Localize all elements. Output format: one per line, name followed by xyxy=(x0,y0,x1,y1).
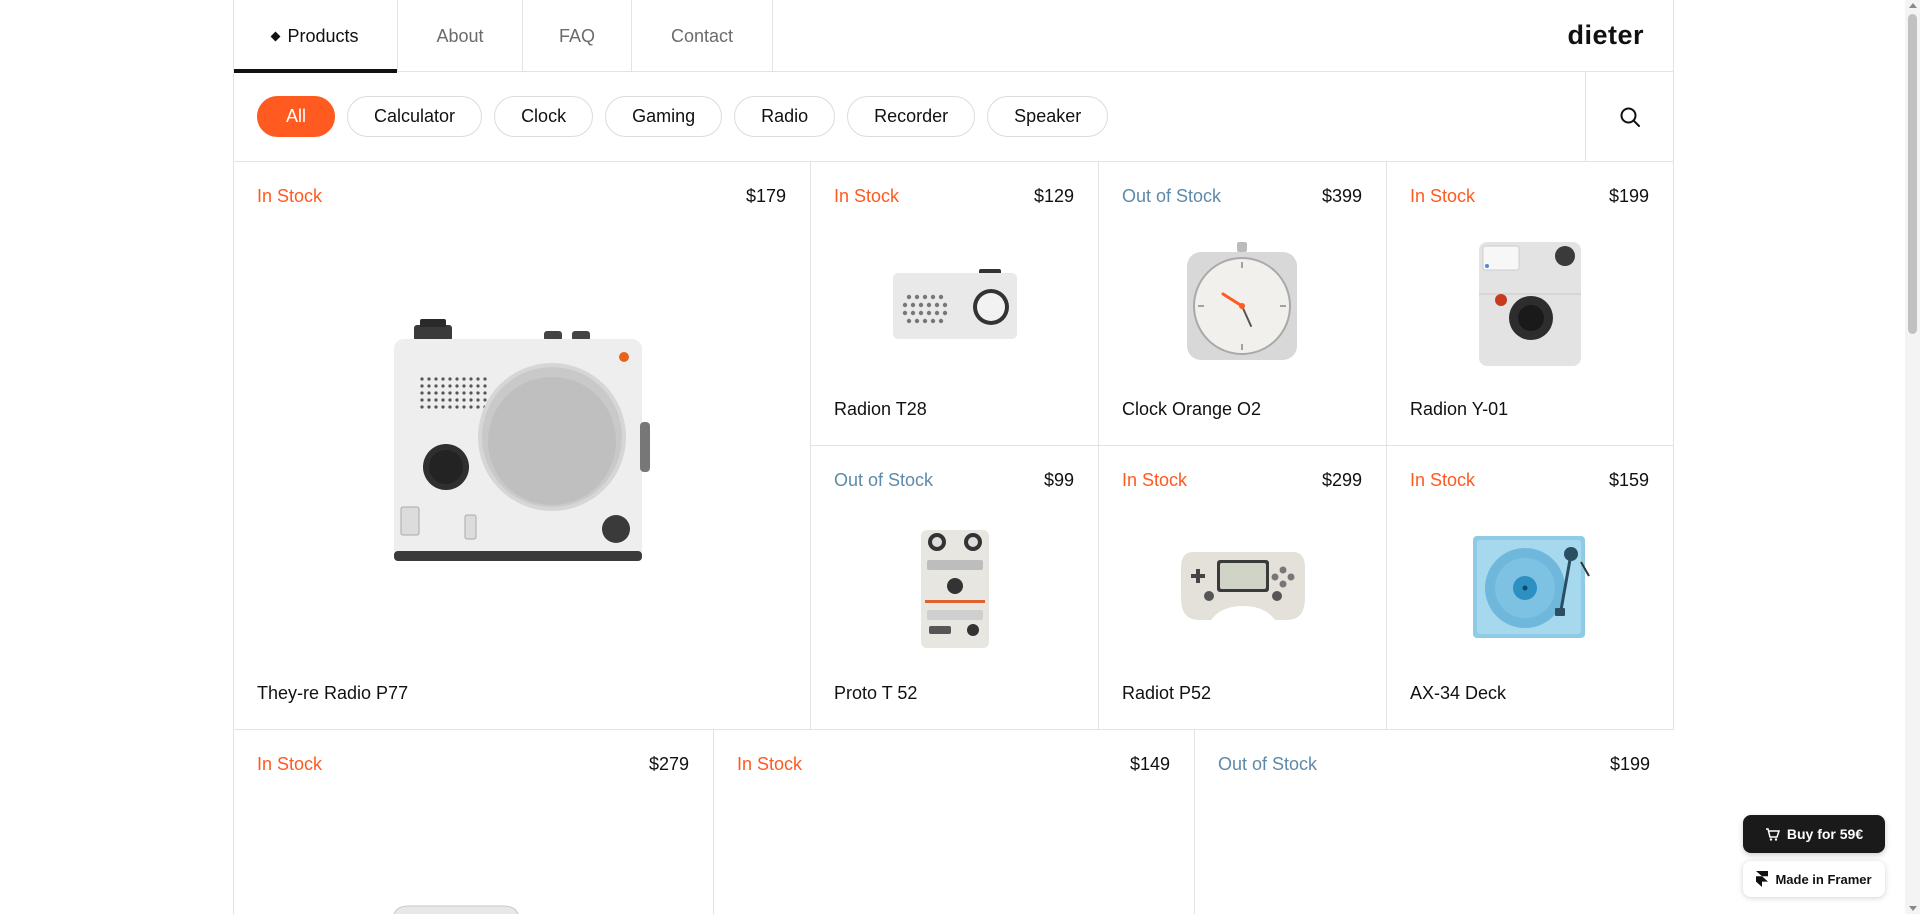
product-card-radion-y-01[interactable]: In Stock $199 Radion Y-01 xyxy=(1387,162,1674,446)
radio-p77-image xyxy=(394,319,650,561)
stock-status: Out of Stock xyxy=(1218,754,1318,774)
clock-o2-image xyxy=(1187,242,1297,360)
tab-label: Products xyxy=(287,25,359,46)
stock-status: In Stock xyxy=(257,754,323,774)
product-price: $199 xyxy=(1608,186,1649,206)
product-price: $149 xyxy=(1129,754,1170,774)
framer-label: Made in Framer xyxy=(1775,871,1872,887)
search-button[interactable] xyxy=(1585,72,1674,161)
product-price: $299 xyxy=(1321,470,1362,490)
cart-icon xyxy=(1765,827,1780,841)
tab-about[interactable]: About xyxy=(398,0,523,72)
category-filter-bar: All Calculator Clock Gaming Radio Record… xyxy=(234,72,1674,162)
tab-label: Contact xyxy=(670,25,734,46)
radion-y01-image xyxy=(1479,242,1581,366)
made-in-framer-badge[interactable]: Made in Framer xyxy=(1743,861,1885,897)
product-card-7[interactable]: In Stock $279 xyxy=(234,730,714,914)
stock-status: In Stock xyxy=(737,754,803,774)
tab-label: About xyxy=(436,25,484,46)
filter-pill-speaker[interactable]: Speaker xyxy=(987,96,1109,137)
product-name: Radiot P52 xyxy=(1122,683,1212,703)
product-price: $279 xyxy=(648,754,689,774)
filter-pill-gaming[interactable]: Gaming xyxy=(605,96,723,137)
scroll-up-arrow-icon[interactable] xyxy=(1909,3,1917,8)
product-card-clock-orange-o2[interactable]: Out of Stock $399 Clock Orange O2 xyxy=(1099,162,1387,446)
product-price: $179 xyxy=(745,186,786,206)
product-name: Radion Y-01 xyxy=(1410,399,1509,419)
tab-products[interactable]: Products xyxy=(234,0,398,73)
stock-status: Out of Stock xyxy=(834,470,934,490)
product-name: AX-34 Deck xyxy=(1410,683,1507,703)
page-scrollbar[interactable] xyxy=(1905,0,1920,914)
tab-faq[interactable]: FAQ xyxy=(523,0,632,72)
scroll-thumb[interactable] xyxy=(1908,14,1917,334)
search-icon xyxy=(1620,107,1640,127)
stock-status: In Stock xyxy=(1122,470,1188,490)
filter-pill-all[interactable]: All xyxy=(257,96,336,137)
framer-logo-icon xyxy=(1756,871,1769,887)
product-name: Proto T 52 xyxy=(834,683,918,703)
product-card-8[interactable]: In Stock $149 xyxy=(714,730,1195,914)
product-name: Radion T28 xyxy=(834,399,927,419)
filter-pill-radio[interactable]: Radio xyxy=(734,96,836,137)
ax34-deck-image xyxy=(1473,536,1590,638)
top-nav: Products About FAQ Contact dieter xyxy=(234,0,1674,73)
buy-label: Buy for 59€ xyxy=(1786,826,1864,842)
product-card-9[interactable]: Out of Stock $199 xyxy=(1195,730,1674,914)
stock-status: In Stock xyxy=(1410,186,1476,206)
filter-pill-calculator[interactable]: Calculator xyxy=(347,96,483,137)
product-price: $129 xyxy=(1033,186,1074,206)
filter-pills: All Calculator Clock Gaming Radio Record… xyxy=(257,96,1109,137)
buy-template-button[interactable]: Buy for 59€ xyxy=(1743,815,1885,853)
stock-status: In Stock xyxy=(834,186,900,206)
stock-status: Out of Stock xyxy=(1122,186,1222,206)
product-price: $159 xyxy=(1608,470,1649,490)
product-card-they-re-radio-p77[interactable]: In Stock $179 They-re Radio P77 xyxy=(234,162,811,730)
product-card-ax-34-deck[interactable]: In Stock $159 AX-34 Deck xyxy=(1387,446,1674,730)
product-price: $199 xyxy=(1609,754,1650,774)
tab-label: FAQ xyxy=(558,25,595,46)
product-price: $399 xyxy=(1321,186,1362,206)
product-price: $99 xyxy=(1043,470,1074,490)
filter-pill-recorder[interactable]: Recorder xyxy=(847,96,976,137)
filter-pill-clock[interactable]: Clock xyxy=(494,96,594,137)
radiot-p52-image xyxy=(1181,552,1305,620)
product-name: They-re Radio P77 xyxy=(257,683,409,703)
product-card-radiot-p52[interactable]: In Stock $299 Radiot P52 xyxy=(1099,446,1387,730)
stock-status: In Stock xyxy=(257,186,323,206)
product-card-proto-t-52[interactable]: Out of Stock $99 Proto T 52 xyxy=(811,446,1099,730)
product-name: Clock Orange O2 xyxy=(1122,399,1262,419)
scroll-down-arrow-icon[interactable] xyxy=(1909,906,1917,911)
diamond-icon xyxy=(271,31,281,41)
brand-logo[interactable]: dieter xyxy=(1567,20,1644,51)
radion-t28-image xyxy=(893,269,1017,339)
product-card-radion-t28[interactable]: In Stock $129 Radion T28 xyxy=(811,162,1099,446)
tab-contact[interactable]: Contact xyxy=(632,0,773,72)
page-frame: Products About FAQ Contact dieter All Ca… xyxy=(233,0,1674,914)
product-7-image xyxy=(393,905,519,914)
stock-status: In Stock xyxy=(1410,470,1476,490)
proto-t52-image xyxy=(921,530,989,648)
